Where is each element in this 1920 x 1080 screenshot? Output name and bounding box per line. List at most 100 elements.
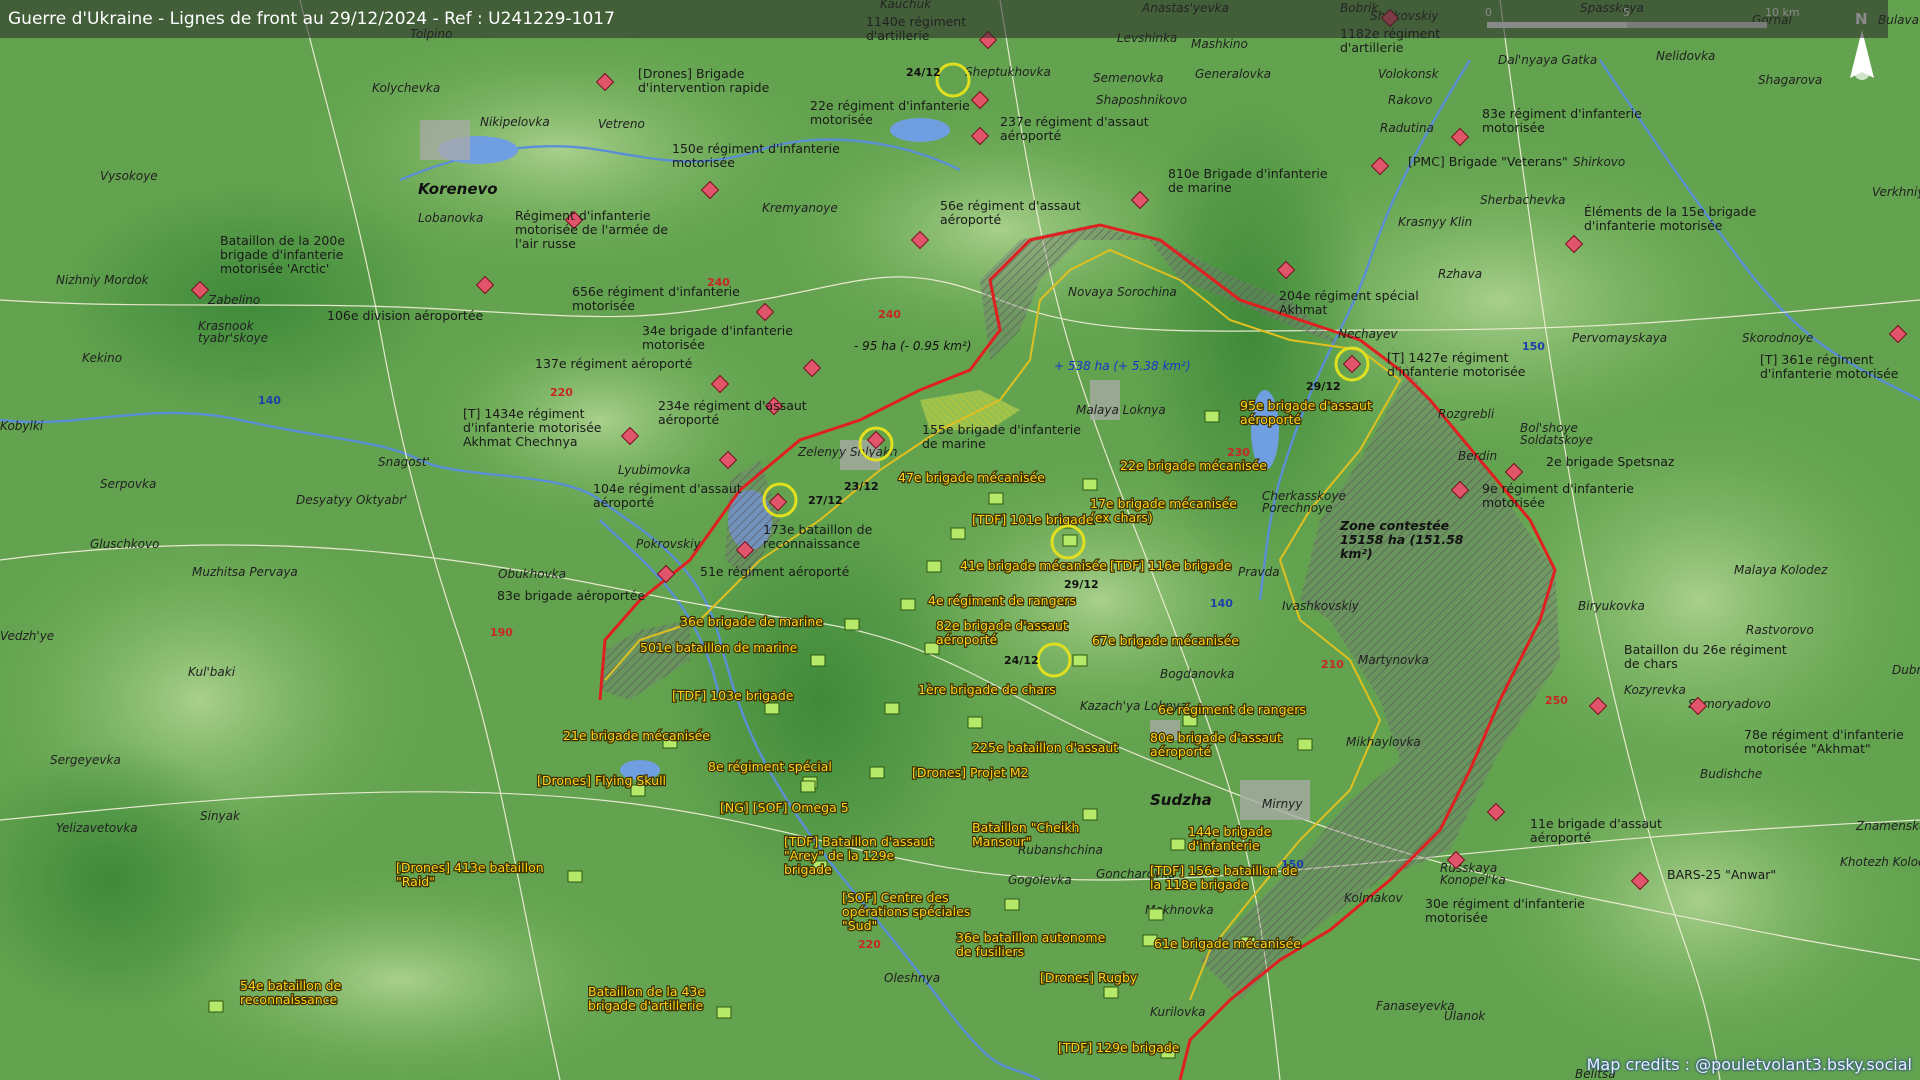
place-label: Lobanovka: [418, 211, 483, 225]
place-label: Yelizavetovka: [56, 821, 138, 835]
ukrainian-unit-marker[interactable]: [1148, 908, 1164, 921]
ukrainian-unit-marker[interactable]: [1170, 838, 1186, 851]
place-label: Serpovka: [100, 477, 156, 491]
place-label: Snagost': [378, 455, 430, 469]
ukrainian-unit-marker[interactable]: [884, 702, 900, 715]
ukrainian-unit-label: [TDF] 101e brigade: [972, 512, 1094, 527]
ukrainian-unit-marker[interactable]: [1103, 986, 1119, 999]
road-number: 140: [1210, 597, 1233, 610]
place-label: Bogdanovka: [1160, 667, 1235, 681]
place-label: Martynovka: [1358, 653, 1429, 667]
place-label: Volokonsk: [1378, 67, 1440, 81]
place-label: Kolmakov: [1344, 891, 1403, 905]
russian-unit-label: 106e division aéroportée: [327, 308, 484, 323]
ukrainian-unit-label: 21e brigade mécanisée: [563, 728, 710, 743]
ukrainian-unit-marker[interactable]: [716, 1006, 732, 1019]
ukrainian-unit-label: 36e brigade de marine: [680, 614, 823, 629]
ukrainian-unit-marker[interactable]: [567, 870, 583, 883]
place-label: Mirnyy: [1262, 797, 1303, 811]
event-date: 24/12: [1004, 654, 1039, 667]
place-label: Znamenskoye: [1855, 819, 1920, 833]
russian-unit-label: BARS-25 "Anwar": [1667, 867, 1776, 882]
russian-unit-label: Bataillon de la 200e brigade d'infanterie…: [220, 233, 345, 276]
ukrainian-unit-marker[interactable]: [1082, 808, 1098, 821]
map-canvas[interactable]: TolpinoKolychevkaNikipelovkaVetrenoVysok…: [0, 0, 1920, 1080]
ukrainian-unit-label: [TDF] 129e brigade: [1058, 1040, 1180, 1055]
place-label: Kozyrevka: [1624, 683, 1686, 697]
place-label: Berdin: [1458, 449, 1497, 463]
place-label: Verkhniy Gridino: [1872, 185, 1920, 199]
place-label: Radutina: [1380, 121, 1434, 135]
place-label: Budishche: [1700, 767, 1762, 781]
russian-unit-label: 51e régiment aéroporté: [700, 564, 850, 579]
place-label: Kolychevka: [372, 81, 440, 95]
place-label: Dal'nyaya Gatka: [1498, 53, 1597, 67]
ukrainian-unit-marker[interactable]: [800, 780, 816, 793]
place-label: Kobylki: [0, 419, 44, 433]
event-date: 29/12: [1064, 578, 1099, 591]
ukrainian-unit-marker[interactable]: [988, 492, 1004, 505]
ukrainian-unit-marker[interactable]: [1004, 898, 1020, 911]
ukrainian-unit-label: 61e brigade mécanisée: [1154, 936, 1301, 951]
place-label: Krasnyy Klin: [1398, 215, 1472, 229]
place-label: Shagarova: [1758, 73, 1822, 87]
ukrainian-unit-label: 8e régiment spécial: [708, 759, 832, 774]
place-label: Nizhniy Mordok: [56, 273, 150, 287]
ukrainian-unit-marker[interactable]: [1062, 534, 1078, 547]
place-label: Vysokoye: [100, 169, 158, 183]
place-label: Malaya Loknya: [1076, 403, 1166, 417]
road-number: 140: [258, 394, 281, 407]
place-label: Rastvorovo: [1746, 623, 1814, 637]
place-label: Sergeyevka: [50, 753, 121, 767]
area-annotation: + 538 ha (+ 5.38 km²): [1054, 359, 1191, 373]
place-label: Rzhava: [1438, 267, 1482, 281]
place-label: Ulanok: [1444, 1009, 1486, 1023]
russian-unit-label: 83e brigade aéroportée: [497, 588, 645, 603]
ukrainian-unit-marker[interactable]: [810, 654, 826, 667]
ukrainian-unit-marker[interactable]: [967, 716, 983, 729]
ukrainian-unit-marker[interactable]: [950, 527, 966, 540]
place-label: Pervomayskaya: [1572, 331, 1667, 345]
road-number: 150: [1522, 340, 1545, 353]
ukrainian-unit-label: 41e brigade mécanisée: [960, 558, 1107, 573]
map-title: Guerre d'Ukraine - Lignes de front au 29…: [0, 0, 1888, 38]
place-label: Novaya Sorochina: [1068, 285, 1177, 299]
event-date: 27/12: [808, 494, 843, 507]
place-label: Sheptukhovka: [965, 65, 1051, 79]
ukrainian-unit-label: 54e bataillon de reconnaissance: [240, 978, 342, 1007]
place-label: Russkaya Konopel'ka: [1440, 861, 1506, 887]
ukrainian-unit-marker[interactable]: [764, 702, 780, 715]
ukrainian-unit-label: 1ère brigade de chars: [918, 682, 1056, 697]
ukrainian-unit-marker[interactable]: [844, 618, 860, 631]
place-label: Kremyanoye: [762, 201, 838, 215]
place-label: Mikhaylovka: [1346, 735, 1421, 749]
ukrainian-unit-label: [Drones] Flying Skull: [537, 773, 666, 788]
ukrainian-unit-marker[interactable]: [1297, 738, 1313, 751]
place-label: Mashkino: [1191, 37, 1248, 51]
ukrainian-unit-label: 22e brigade mécanisée: [1120, 458, 1267, 473]
ukrainian-unit-marker[interactable]: [1072, 654, 1088, 667]
ukrainian-unit-marker[interactable]: [208, 1000, 224, 1013]
ukrainian-unit-label: [TDF] 103e brigade: [672, 688, 794, 703]
place-label: Vedzh'ye: [0, 629, 54, 643]
place-label: Generalovka: [1195, 67, 1271, 81]
place-label: Khotezh Kolodez: [1840, 855, 1920, 869]
ukrainian-unit-marker[interactable]: [926, 560, 942, 573]
place-label: Nelidovka: [1656, 49, 1715, 63]
place-label: Shirkovo: [1573, 155, 1625, 169]
ukrainian-unit-label: 6e régiment de rangers: [1158, 702, 1306, 717]
place-label: Zabelino: [207, 293, 260, 307]
russian-unit-label: [T] 1427e régiment d'infanterie motorisée: [1387, 350, 1526, 379]
place-label: Rakovo: [1388, 93, 1432, 107]
place-label: Sherbachevka: [1480, 193, 1566, 207]
ukrainian-unit-marker[interactable]: [900, 598, 916, 611]
ukrainian-unit-label: 4e régiment de rangers: [928, 593, 1076, 608]
place-label: Gogolevka: [1008, 873, 1072, 887]
place-label: Dubrava: [1892, 663, 1920, 677]
ukrainian-unit-marker[interactable]: [869, 766, 885, 779]
ukrainian-unit-marker[interactable]: [1082, 478, 1098, 491]
event-date: 24/12: [906, 66, 941, 79]
ukrainian-unit-marker[interactable]: [1204, 410, 1220, 423]
ukrainian-unit-label: [NG] [SOF] Omega 5: [720, 800, 849, 815]
ukrainian-unit-label: Bataillon de la 43e brigade d'artillerie: [588, 984, 705, 1013]
